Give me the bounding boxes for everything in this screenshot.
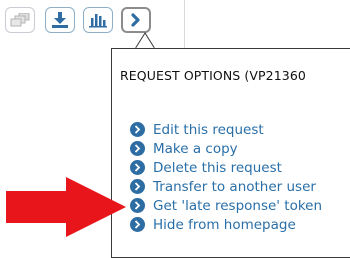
more-options-button[interactable]: [121, 7, 151, 33]
menu-item-label: Edit this request: [153, 121, 264, 138]
chevron-right-icon: [130, 160, 145, 175]
menu-item-label: Get 'late response' token: [153, 197, 323, 214]
bar-chart-icon: [89, 14, 107, 28]
chevron-right-icon: [130, 179, 145, 194]
menu-item-label: Delete this request: [153, 159, 282, 176]
copy-stack-button[interactable]: [5, 7, 35, 33]
request-options-popup: REQUEST OPTIONS (VP21360 Edit this reque…: [111, 48, 350, 258]
download-button[interactable]: [45, 7, 75, 33]
statistics-button[interactable]: [83, 7, 113, 33]
menu-item-late-response-token[interactable]: Get 'late response' token: [130, 196, 322, 215]
chevron-right-icon: [130, 198, 145, 213]
menu-item-edit-request[interactable]: Edit this request: [130, 120, 322, 139]
menu-item-label: Transfer to another user: [153, 178, 316, 195]
chevron-right-icon: [130, 217, 145, 232]
download-icon: [52, 12, 68, 28]
menu-item-delete-request[interactable]: Delete this request: [130, 158, 322, 177]
chevron-right-icon: [130, 141, 145, 156]
chevron-right-icon: [130, 122, 145, 137]
request-options-menu: Edit this request Make a copy Delete thi…: [130, 120, 322, 234]
stacked-documents-icon: [10, 13, 30, 27]
menu-item-transfer-user[interactable]: Transfer to another user: [130, 177, 322, 196]
red-pointer-arrow-icon: [6, 177, 126, 237]
chevron-right-icon: [131, 13, 140, 27]
menu-item-hide-homepage[interactable]: Hide from homepage: [130, 215, 322, 234]
popup-title: REQUEST OPTIONS (VP21360: [120, 68, 306, 83]
menu-item-label: Make a copy: [153, 140, 238, 157]
menu-item-make-copy[interactable]: Make a copy: [130, 139, 322, 158]
menu-item-label: Hide from homepage: [153, 216, 296, 233]
